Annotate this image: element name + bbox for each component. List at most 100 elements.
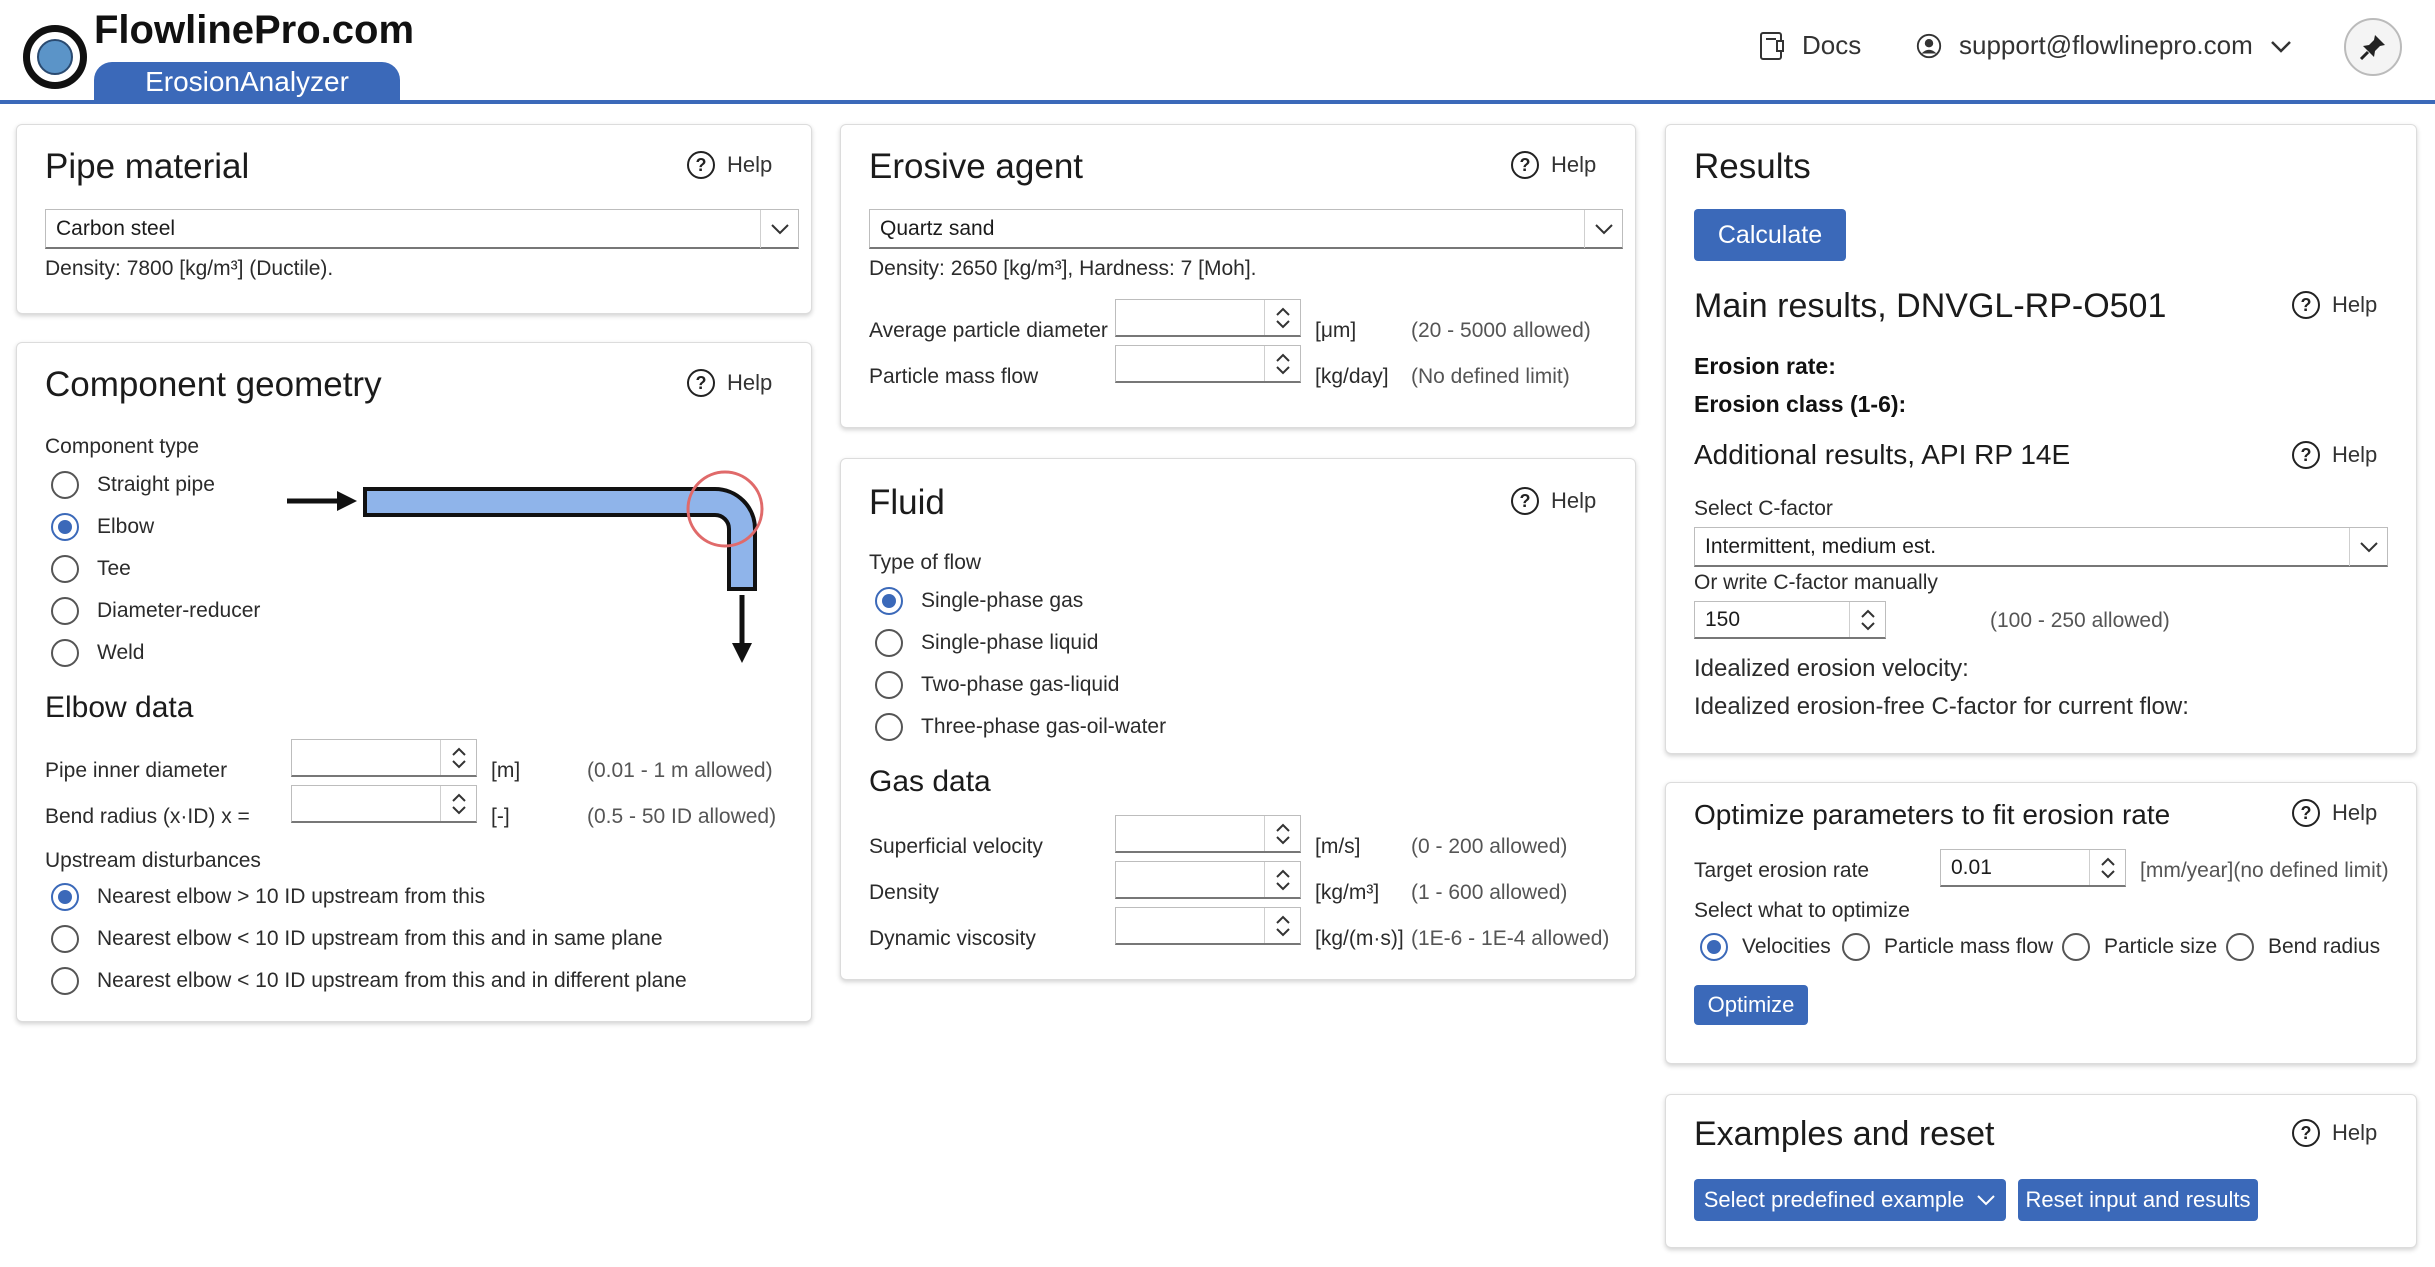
radio-weld[interactable]: Weld xyxy=(51,639,144,667)
manual-cfactor-field[interactable] xyxy=(1695,602,1847,637)
help-icon: ? xyxy=(2292,1119,2320,1147)
viscosity-input[interactable] xyxy=(1115,907,1301,945)
help-link[interactable]: ? Help xyxy=(1511,151,1596,179)
radio-opt-velocities[interactable]: Velocities xyxy=(1700,933,1831,961)
velocity-input[interactable] xyxy=(1115,815,1301,853)
account-menu[interactable]: support@flowlinepro.com xyxy=(1915,30,2293,61)
docs-link[interactable]: Docs xyxy=(1758,30,1861,61)
density-field[interactable] xyxy=(1116,862,1262,897)
radio-opt-particle-size[interactable]: Particle size xyxy=(2062,933,2217,961)
help-label: Help xyxy=(1551,488,1597,513)
pipe-diameter-input[interactable] xyxy=(291,739,477,777)
pin-button[interactable] xyxy=(2344,18,2402,76)
density-input[interactable] xyxy=(1115,861,1301,899)
bend-radius-range: (0.5 - 50 ID allowed) xyxy=(587,805,777,828)
card-title: Component geometry xyxy=(45,365,382,404)
app-header: FlowlinePro.com ErosionAnalyzer Docs sup… xyxy=(0,0,2435,104)
erosive-agent-card: Erosive agent ? Help Quartz sand Density… xyxy=(840,124,1636,428)
examples-card: Examples and reset ? Help Select predefi… xyxy=(1665,1094,2417,1248)
particle-diameter-input[interactable] xyxy=(1115,299,1301,337)
cfactor-label: Select C-factor xyxy=(1694,497,1833,520)
spinner-icon[interactable] xyxy=(2089,850,2125,885)
spinner-icon[interactable] xyxy=(1264,908,1300,943)
erosive-agent-select[interactable]: Quartz sand xyxy=(869,209,1623,249)
spinner-icon[interactable] xyxy=(1264,816,1300,851)
velocity-field[interactable] xyxy=(1116,816,1262,851)
select-example-button[interactable]: Select predefined example xyxy=(1694,1179,2006,1221)
help-link[interactable]: ? Help xyxy=(2292,441,2377,469)
velocity-unit: [m/s] xyxy=(1315,835,1361,858)
bend-radius-label: Bend radius (x·ID) x = xyxy=(45,805,250,828)
radio-tee[interactable]: Tee xyxy=(51,555,131,583)
radio-upstream-same-plane[interactable]: Nearest elbow < 10 ID upstream from this… xyxy=(51,925,663,953)
chevron-down-icon xyxy=(2349,528,2387,566)
erosion-rate-label: Erosion rate: xyxy=(1694,353,1836,379)
reset-button[interactable]: Reset input and results xyxy=(2018,1179,2258,1221)
erosion-free-cfactor-label: Idealized erosion-free C-factor for curr… xyxy=(1694,693,2189,720)
bend-radius-input[interactable] xyxy=(291,785,477,823)
velocity-label: Superficial velocity xyxy=(869,835,1043,858)
particle-massflow-range: (No defined limit) xyxy=(1411,365,1570,388)
component-type-label: Component type xyxy=(45,435,200,458)
spinner-icon[interactable] xyxy=(1849,602,1885,637)
product-name: ErosionAnalyzer xyxy=(94,62,400,102)
gas-data-title: Gas data xyxy=(869,765,991,798)
radio-single-phase-liquid[interactable]: Single-phase liquid xyxy=(875,629,1098,657)
card-title: Examples and reset xyxy=(1694,1115,1995,1153)
calculate-button[interactable]: Calculate xyxy=(1694,209,1846,261)
target-rate-input[interactable] xyxy=(1940,849,2126,887)
chevron-down-icon xyxy=(1977,1195,1995,1206)
cfactor-select[interactable]: Intermittent, medium est. xyxy=(1694,527,2388,567)
chevron-down-icon xyxy=(1584,210,1622,248)
help-link[interactable]: ? Help xyxy=(2292,1119,2377,1147)
help-link[interactable]: ? Help xyxy=(687,151,772,179)
particle-massflow-unit: [kg/day] xyxy=(1315,365,1389,388)
radio-upstream-different-plane[interactable]: Nearest elbow < 10 ID upstream from this… xyxy=(51,967,687,995)
optimize-button[interactable]: Optimize xyxy=(1694,985,1808,1025)
document-icon xyxy=(1760,31,1784,60)
select-value: Intermittent, medium est. xyxy=(1705,535,1937,558)
help-link[interactable]: ? Help xyxy=(2292,291,2377,319)
radio-upstream-far[interactable]: Nearest elbow > 10 ID upstream from this xyxy=(51,883,485,911)
pipe-diameter-label: Pipe inner diameter xyxy=(45,759,228,782)
particle-diameter-field[interactable] xyxy=(1116,300,1262,335)
radio-two-phase[interactable]: Two-phase gas-liquid xyxy=(875,671,1119,699)
spinner-icon[interactable] xyxy=(440,786,476,821)
additional-results-title: Additional results, API RP 14E xyxy=(1694,439,2071,470)
elbow-diagram xyxy=(287,470,764,663)
velocity-range: (0 - 200 allowed) xyxy=(1411,835,1568,858)
spinner-icon[interactable] xyxy=(440,740,476,775)
particle-massflow-field[interactable] xyxy=(1116,346,1262,381)
radio-opt-bend-radius[interactable]: Bend radius xyxy=(2226,933,2380,961)
radio-diameter-reducer[interactable]: Diameter-reducer xyxy=(51,597,260,625)
manual-cfactor-input[interactable] xyxy=(1694,601,1886,639)
particle-diameter-unit: [μm] xyxy=(1315,319,1357,342)
spinner-icon[interactable] xyxy=(1264,300,1300,335)
help-link[interactable]: ? Help xyxy=(687,369,772,397)
bend-radius-field[interactable] xyxy=(292,786,438,821)
target-rate-unit: [mm/year](no defined limit) xyxy=(2140,859,2389,882)
pipe-material-select[interactable]: Carbon steel xyxy=(45,209,799,249)
help-label: Help xyxy=(1551,152,1597,177)
docs-label: Docs xyxy=(1802,30,1862,60)
help-link[interactable]: ? Help xyxy=(2292,799,2377,827)
logo-icon xyxy=(23,25,87,89)
radio-elbow[interactable]: Elbow xyxy=(51,513,154,541)
pipe-diameter-field[interactable] xyxy=(292,740,438,775)
pipe-material-card: Pipe material ? Help Carbon steel Densit… xyxy=(16,124,812,314)
target-rate-field[interactable] xyxy=(1941,850,2087,885)
radio-single-phase-gas[interactable]: Single-phase gas xyxy=(875,587,1083,615)
radio-opt-massflow[interactable]: Particle mass flow xyxy=(1842,933,2053,961)
erosion-velocity-label: Idealized erosion velocity: xyxy=(1694,655,1969,682)
particle-massflow-input[interactable] xyxy=(1115,345,1301,383)
help-icon: ? xyxy=(1511,151,1539,179)
radio-three-phase[interactable]: Three-phase gas-oil-water xyxy=(875,713,1166,741)
flow-type-label: Type of flow xyxy=(869,551,982,574)
spinner-icon[interactable] xyxy=(1264,346,1300,381)
spinner-icon[interactable] xyxy=(1264,862,1300,897)
help-link[interactable]: ? Help xyxy=(1511,487,1596,515)
viscosity-field[interactable] xyxy=(1116,908,1262,943)
erosion-class-label: Erosion class (1-6): xyxy=(1694,391,1907,417)
radio-straight-pipe[interactable]: Straight pipe xyxy=(51,471,215,499)
pipe-diameter-range: (0.01 - 1 m allowed) xyxy=(587,759,773,782)
